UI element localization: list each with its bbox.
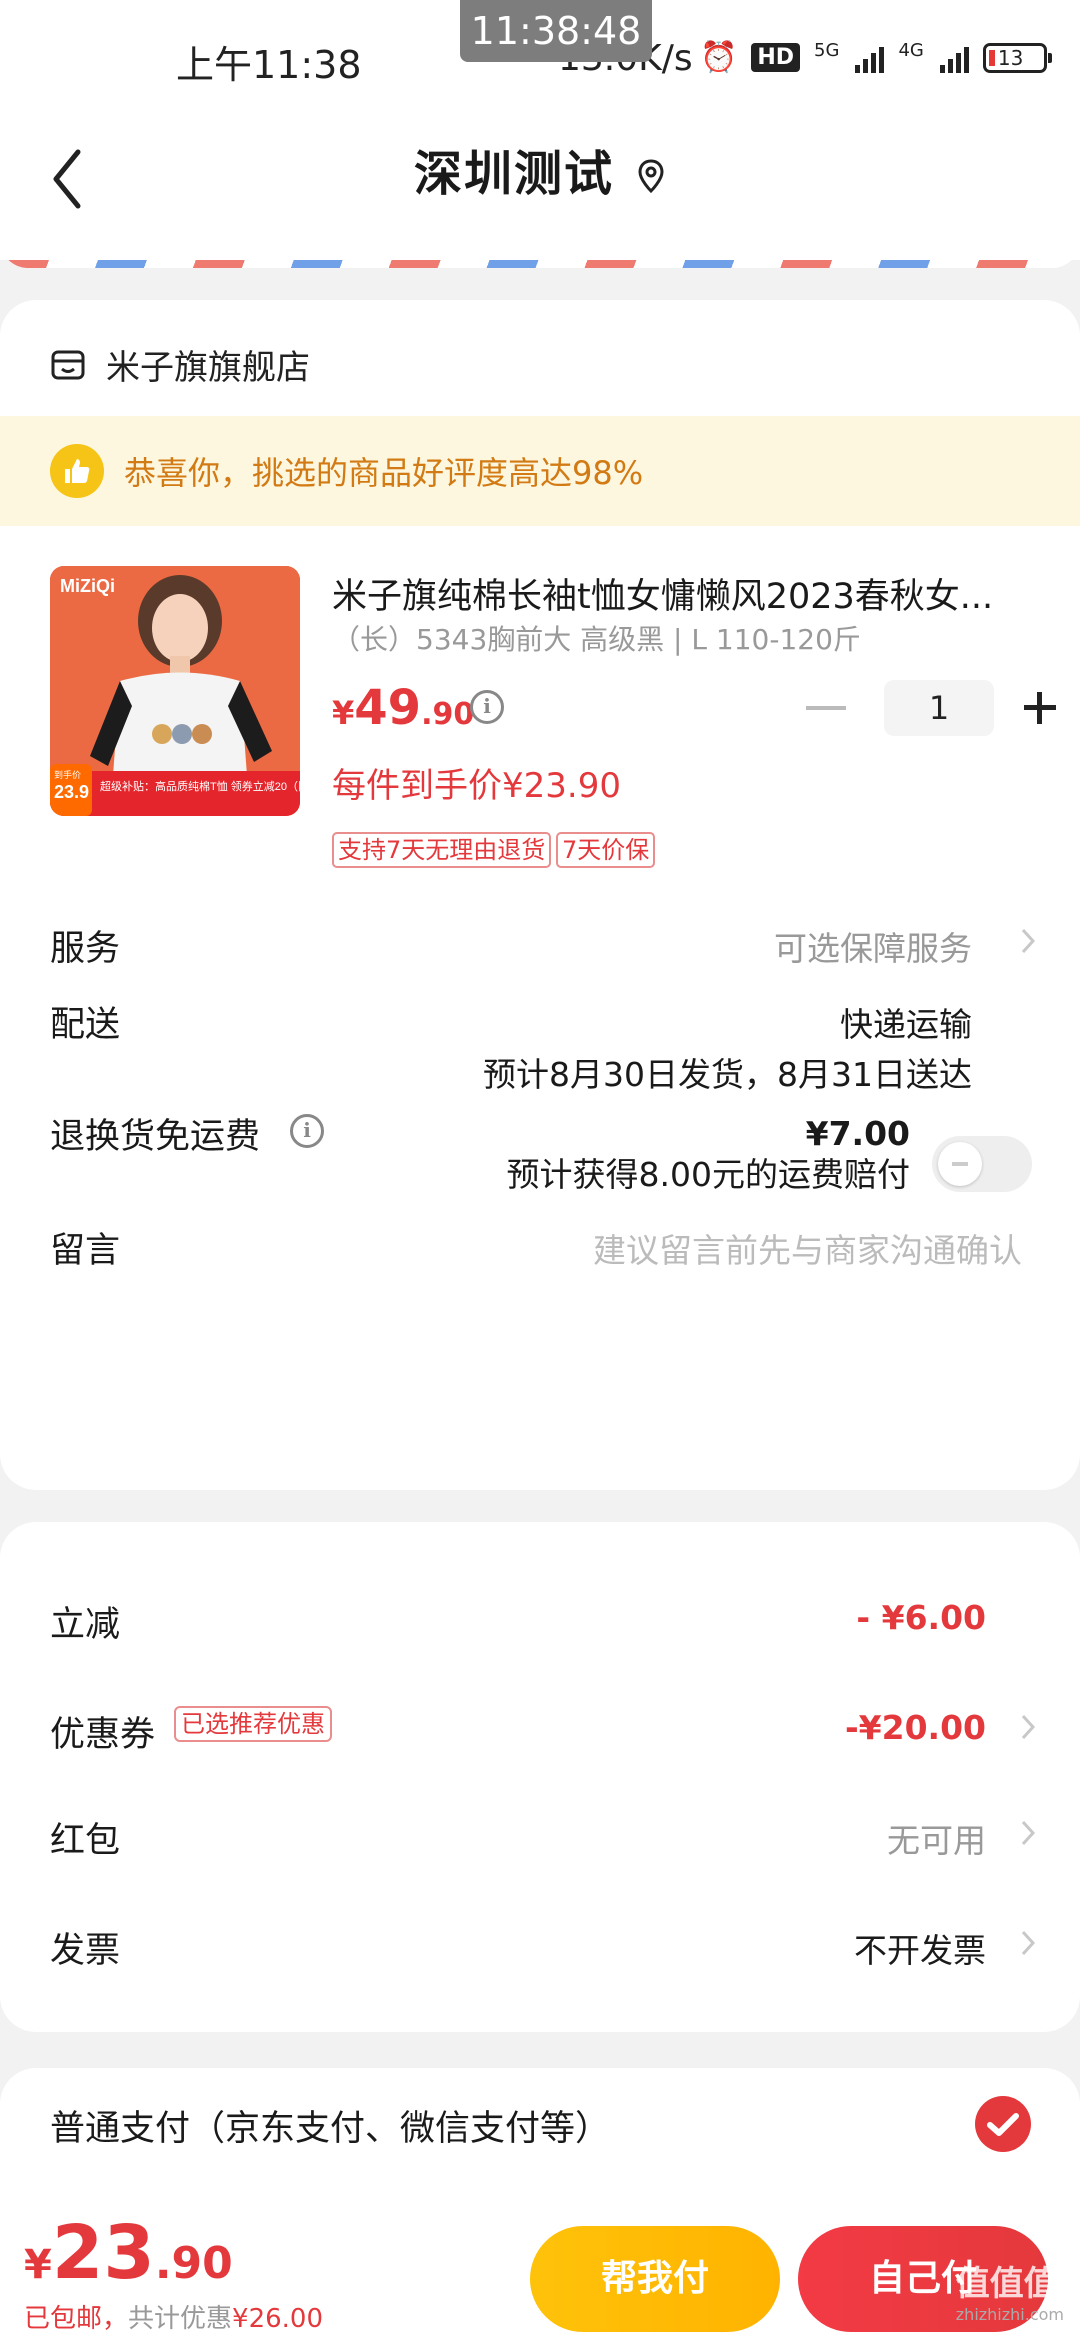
airmail-border — [0, 240, 1080, 268]
image-badge-price: 23.9 — [54, 782, 89, 802]
service-label: 服务 — [50, 929, 121, 969]
return-label: 退换货免运费 — [50, 1108, 260, 1159]
checkmark-icon[interactable] — [975, 2096, 1031, 2152]
alarm-icon: ⏰ — [700, 40, 738, 75]
thumbs-up-icon — [50, 444, 104, 498]
address-title: 深圳测试 — [413, 146, 614, 202]
page-title[interactable]: 深圳测试 — [0, 134, 1080, 204]
status-bar: 上午11:38 13.0K/s ⏰ HD 5G 4G 13 11:38:48 — [0, 0, 1080, 120]
quantity-value[interactable]: 1 — [884, 680, 994, 736]
header: 深圳测试 — [0, 120, 1080, 260]
chevron-right-icon[interactable] — [1018, 926, 1038, 956]
image-promo: 超级补贴：高品质纯棉T恤 领券立减20（限量补贴） — [100, 779, 300, 793]
service-value[interactable]: 可选保障服务 — [774, 922, 972, 970]
battery-icon: 13 — [982, 42, 1052, 73]
total-symbol: ¥ — [24, 2242, 52, 2288]
tag-return: 支持7天无理由退货 — [332, 832, 552, 868]
price-int: 49 — [354, 680, 422, 736]
decrease-button[interactable] — [806, 706, 846, 710]
return-note: 预计获得8.00元的运费赔付 — [506, 1155, 910, 1194]
product-title[interactable]: 米子旗纯棉长袖t恤女慵懒风2023春秋女... — [332, 568, 1022, 619]
payment-method[interactable]: 普通支付（京东支付、微信支付等） — [50, 2100, 610, 2151]
praise-text: 恭喜你，挑选的商品好评度高达98% — [124, 454, 644, 492]
product-image[interactable]: 23.9 到手价 超级补贴：高品质纯棉T恤 领券立减20（限量补贴） MiZiQ… — [50, 566, 300, 816]
chevron-right-icon[interactable] — [1018, 1818, 1038, 1848]
watermark-site: zhizhizhi.com — [955, 2305, 1064, 2324]
help-pay-button[interactable]: 帮我付 — [530, 2226, 780, 2332]
delivery-eta: 预计8月30日发货，8月31日送达 — [483, 1055, 972, 1094]
price-info-icon[interactable]: i — [470, 690, 504, 724]
price-symbol: ¥ — [332, 694, 355, 732]
redpacket-value[interactable]: 无可用 — [887, 1814, 986, 1862]
store-icon — [51, 350, 85, 379]
return-insurance-toggle[interactable] — [932, 1136, 1032, 1192]
order-card: 米子旗旗舰店 恭喜你，挑选的商品好评度高达98% 23.9 到手价 超级补贴：高… — [0, 300, 1080, 1490]
return-label-text: 退换货免运费 — [50, 1117, 261, 1157]
delivery-method[interactable]: 快递运输 — [840, 998, 972, 1046]
store-row[interactable]: 米子旗旗舰店 — [50, 340, 310, 389]
watermark-logo: 值值值 — [955, 2264, 1058, 2304]
clock-overlay: 11:38:48 — [460, 0, 652, 62]
quantity-stepper: 1 — [806, 680, 1060, 736]
product-price: ¥49.90 — [332, 680, 474, 736]
product-sku[interactable]: （长）5343胸前大 高级黑 | L 110-120斤 — [332, 618, 861, 658]
total-price: ¥23.90 — [24, 2210, 233, 2296]
signal-5g-label: 5G — [814, 40, 840, 61]
location-pin-icon — [638, 159, 664, 194]
tag-price-protect: 7天价保 — [556, 832, 656, 868]
redpacket-label: 红包 — [50, 1821, 121, 1861]
coupon-tag: 已选推荐优惠 — [174, 1706, 332, 1742]
signal-icon — [939, 43, 969, 73]
shipping-note: 已包邮， — [24, 2304, 129, 2334]
instant-discount-value: - ¥6.00 — [856, 1598, 986, 1637]
delivery-label: 配送 — [50, 1005, 121, 1045]
increase-button[interactable] — [1020, 688, 1060, 728]
unit-price: 每件到手价¥23.90 — [332, 766, 621, 806]
total-dec: .90 — [154, 2238, 233, 2289]
status-time: 上午11:38 — [176, 43, 362, 87]
praise-banner: 恭喜你，挑选的商品好评度高达98% — [0, 416, 1080, 526]
status-icons: ⏰ HD 5G 4G 13 — [700, 40, 1052, 75]
signal-4g-label: 4G — [898, 40, 924, 61]
return-info-icon[interactable]: i — [290, 1114, 324, 1148]
invoice-label: 发票 — [50, 1931, 121, 1971]
bottom-bar: ¥23.90 已包邮，共计优惠¥26.00 帮我付 自己付 — [0, 2196, 1080, 2340]
image-brand: MiZiQi — [60, 576, 115, 596]
message-label: 留言 — [50, 1231, 121, 1271]
invoice-value[interactable]: 不开发票 — [854, 1924, 986, 1972]
signal-icon — [855, 43, 885, 73]
battery-level: 13 — [997, 45, 1024, 70]
message-input[interactable]: 建议留言前先与商家沟通确认 — [593, 1224, 1022, 1272]
coupon-label: 优惠券 — [50, 1715, 156, 1755]
image-badge: 到手价 — [54, 769, 81, 780]
hd-icon: HD — [751, 43, 801, 72]
price-dec: .90 — [421, 697, 475, 732]
instant-discount-label: 立减 — [50, 1605, 121, 1645]
discount-card: 立减 - ¥6.00 优惠券 已选推荐优惠 -¥20.00 红包 无可用 发票 … — [0, 1522, 1080, 2032]
total-int: 23 — [51, 2210, 155, 2296]
watermark: 值值值 zhizhizhi.com — [956, 2256, 1064, 2324]
store-name: 米子旗旗舰店 — [106, 348, 310, 388]
chevron-right-icon[interactable] — [1018, 1928, 1038, 1958]
total-note: 已包邮，共计优惠¥26.00 — [24, 2298, 323, 2335]
saving-prefix: 共计优惠 — [128, 2304, 233, 2334]
coupon-value[interactable]: -¥20.00 — [845, 1708, 986, 1747]
saving-value: ¥26.00 — [232, 2304, 324, 2334]
chevron-right-icon[interactable] — [1018, 1712, 1038, 1742]
